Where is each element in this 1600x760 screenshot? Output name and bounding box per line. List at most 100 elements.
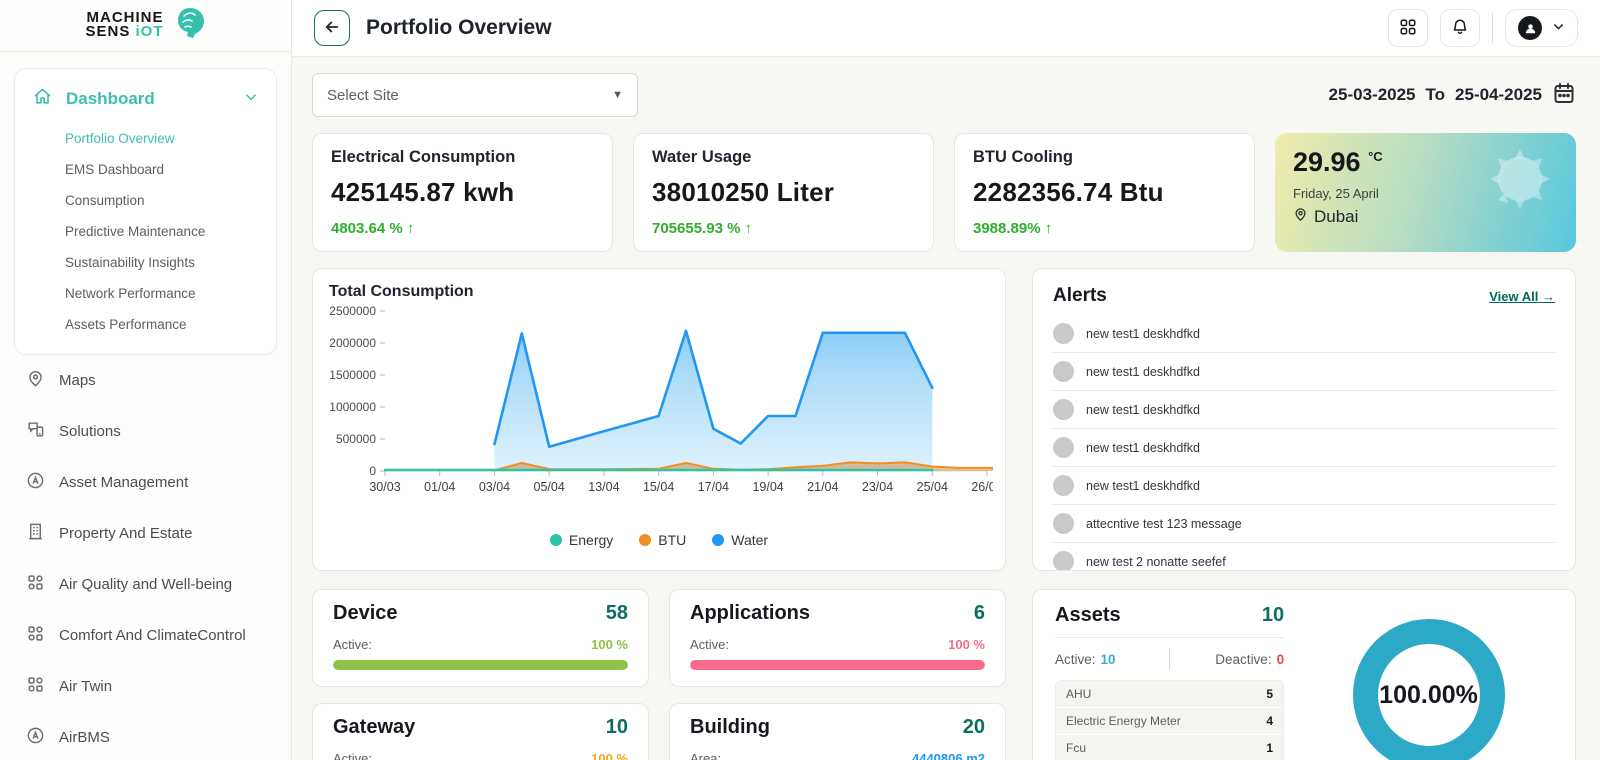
stat-title: Building <box>690 716 770 738</box>
assets-title: Assets <box>1055 604 1121 626</box>
kpi-title: BTU Cooling <box>973 148 1073 166</box>
apps-grid-icon <box>1399 18 1417 39</box>
stat-metric-value: 100 % <box>948 637 985 652</box>
sidebar-subitem-predictive-maintenance[interactable]: Predictive Maintenance <box>15 216 276 247</box>
legend-dot <box>549 534 562 546</box>
stat-title: Gateway <box>333 716 416 738</box>
svg-text:2000000: 2000000 <box>329 336 376 350</box>
asset-type-count: 4 <box>1266 714 1274 728</box>
sidebar-item-label: Maps <box>59 371 96 389</box>
assets-donut-chart: 100.00% <box>1352 619 1505 760</box>
svg-text:23/04: 23/04 <box>862 480 893 494</box>
brand-head-icon <box>170 6 206 45</box>
weather-unit: °C <box>1368 149 1383 164</box>
svg-text:01/04: 01/04 <box>424 480 455 494</box>
alert-avatar <box>1053 399 1074 420</box>
sidebar-subitem-sustainability-insights[interactable]: Sustainability Insights <box>15 247 276 278</box>
sidebar-subitem-consumption[interactable]: Consumption <box>15 185 276 216</box>
asset-type-count: 1 <box>1266 741 1274 755</box>
stat-progress-bar <box>333 660 628 670</box>
legend-item-btu[interactable]: BTU <box>639 532 686 548</box>
stat-metric-label: Area: <box>690 751 722 760</box>
kpi-title: Water Usage <box>652 148 752 166</box>
svg-text:500000: 500000 <box>336 432 376 446</box>
assets-count: 10 <box>1261 604 1285 626</box>
sidebar-item-air-quality-and-well-being[interactable]: Air Quality and Well-being <box>14 559 277 610</box>
sidebar-subitem-portfolio-overview[interactable]: Portfolio Overview <box>15 123 276 154</box>
alert-message: new test1 deskhdfkd <box>1086 478 1200 493</box>
sidebar-subitem-ems-dashboard[interactable]: EMS Dashboard <box>15 154 276 185</box>
brand-logo: MACHINE SENS iOT <box>0 0 291 52</box>
alert-message: new test1 deskhdfkd <box>1086 440 1200 455</box>
stat-card-building: Building 20 Area: 4440806 m2 <box>669 703 1006 760</box>
sidebar-item-comfort-and-climatecontrol[interactable]: Comfort And ClimateControl <box>14 610 277 661</box>
page-title: Portfolio Overview <box>366 16 552 39</box>
legend-item-energy[interactable]: Energy <box>549 532 613 548</box>
alerts-list: new test1 deskhdfkd new test1 deskhdfkd ne… <box>1051 315 1557 570</box>
calendar-icon[interactable] <box>1552 81 1576 110</box>
svg-text:21/04: 21/04 <box>807 480 838 494</box>
kpi-card-water: Water Usage 38010250 Liter 705655.93 % ↑ <box>633 133 934 252</box>
stat-progress-bar <box>690 660 985 670</box>
date-separator: To <box>1425 85 1446 104</box>
asset-type-name: Electric Energy Meter <box>1066 714 1181 728</box>
user-menu-button[interactable] <box>1505 9 1578 47</box>
arrow-right-icon: → <box>1542 288 1555 304</box>
view-all-link[interactable]: View All → <box>1489 289 1555 304</box>
stat-count: 20 <box>962 716 985 738</box>
alert-avatar <box>1053 323 1074 344</box>
circle-a-icon <box>26 726 45 749</box>
sidebar-subitem-assets-performance[interactable]: Assets Performance <box>15 309 276 340</box>
stat-metric-label: Active: <box>690 637 730 652</box>
alert-list-item[interactable]: new test1 deskhdfkd <box>1051 315 1557 353</box>
notifications-button[interactable] <box>1440 9 1480 47</box>
site-select-dropdown[interactable]: Select Site ▼ <box>312 73 638 117</box>
asset-type-count: 5 <box>1266 687 1274 701</box>
kpi-card-btu: BTU Cooling 2282356.74 Btu 3988.89% ↑ <box>954 133 1255 252</box>
sidebar-item-solutions[interactable]: Solutions <box>14 406 277 457</box>
main-area: Portfolio Overview Select Site ▼ 25-03-2… <box>292 0 1600 760</box>
date-range-picker[interactable]: 25-03-2025 To 25-04-2025 <box>1329 81 1576 110</box>
svg-text:05/04: 05/04 <box>534 480 565 494</box>
sidebar-item-airbms[interactable]: AirBMS <box>14 712 277 760</box>
svg-text:13/04: 13/04 <box>588 480 619 494</box>
back-button[interactable] <box>314 10 350 46</box>
sidebar-item-air-twin[interactable]: Air Twin <box>14 661 277 712</box>
asset-type-row: Electric Energy Meter 4 <box>1056 708 1284 735</box>
kpi-title: Electrical Consumption <box>331 148 516 166</box>
kpi-delta: 4803.64 % <box>331 220 403 237</box>
home-icon <box>33 87 52 111</box>
stat-title: Applications <box>690 602 811 624</box>
apps-grid-button[interactable] <box>1388 9 1428 47</box>
assets-donut-label: 100.00% <box>1379 680 1478 709</box>
sidebar-item-maps[interactable]: Maps <box>14 355 277 406</box>
building-icon <box>26 522 45 545</box>
alert-list-item[interactable]: attecntive test 123 message <box>1051 505 1557 543</box>
grid-icon <box>26 624 45 647</box>
stat-metric-label: Active: <box>333 637 373 652</box>
sidebar-item-dashboard[interactable]: Dashboard <box>15 75 276 123</box>
alert-avatar <box>1053 551 1074 570</box>
asset-type-name: Fcu <box>1066 741 1087 755</box>
sun-icon <box>1470 141 1562 238</box>
top-header: Portfolio Overview <box>292 0 1600 57</box>
alert-list-item[interactable]: new test1 deskhdfkd <box>1051 353 1557 391</box>
grid-icon <box>26 675 45 698</box>
alert-list-item[interactable]: new test 2 nonatte seefef <box>1051 543 1557 570</box>
legend-item-water[interactable]: Water <box>712 532 768 548</box>
alert-list-item[interactable]: new test1 deskhdfkd <box>1051 467 1557 505</box>
svg-text:1500000: 1500000 <box>329 368 376 382</box>
map-icon <box>26 369 45 392</box>
kpi-value: 425145.87 kwh <box>331 177 515 207</box>
dashboard-submenu: Portfolio Overview EMS Dashboard Consumpti… <box>15 123 276 340</box>
header-divider <box>1492 13 1493 43</box>
alert-message: attecntive test 123 message <box>1086 516 1242 531</box>
alert-list-item[interactable]: new test1 deskhdfkd <box>1051 391 1557 429</box>
kpi-card-electrical: Electrical Consumption 425145.87 kwh 480… <box>312 133 613 252</box>
sidebar-item-asset-management[interactable]: Asset Management <box>14 457 277 508</box>
sidebar-item-label: Solutions <box>59 422 121 440</box>
alert-message: new test1 deskhdfkd <box>1086 364 1200 379</box>
alert-list-item[interactable]: new test1 deskhdfkd <box>1051 429 1557 467</box>
sidebar-item-property-and-estate[interactable]: Property And Estate <box>14 508 277 559</box>
sidebar-subitem-network-performance[interactable]: Network Performance <box>15 278 276 309</box>
